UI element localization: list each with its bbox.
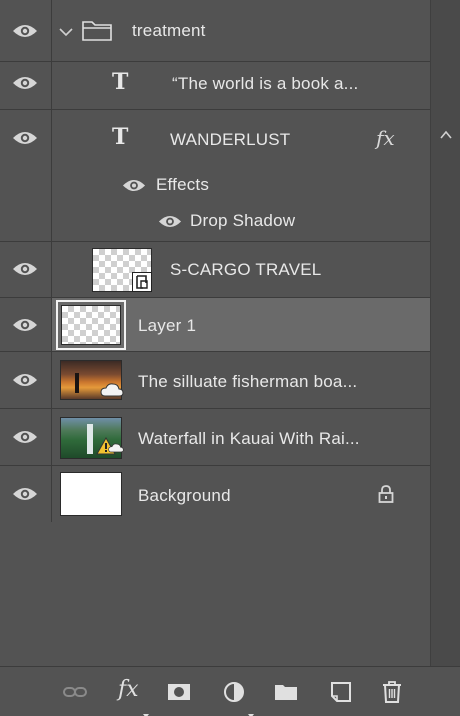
layer-row-text-wanderlust[interactable]: T WANDERLUST fx Effects Drop Shadow [0, 110, 430, 242]
eye-icon[interactable] [122, 178, 146, 193]
cloud-icon [108, 441, 124, 455]
group-name: treatment [132, 21, 206, 40]
visibility-cell[interactable] [0, 409, 52, 465]
layer-row-photo-waterfall[interactable]: Waterfall in Kauai With Rai... [0, 409, 430, 466]
layer-thumbnail-frame [56, 300, 126, 350]
eye-icon[interactable] [158, 214, 182, 229]
eye-icon[interactable] [12, 75, 38, 91]
fx-icon[interactable]: fx [118, 677, 139, 702]
layer-row-group[interactable]: treatment [0, 0, 430, 62]
adjustment-icon[interactable] [221, 679, 247, 705]
visibility-cell[interactable] [0, 352, 52, 408]
new-layer-icon[interactable] [328, 679, 354, 705]
text-layer-icon: T [112, 124, 129, 150]
mask-icon[interactable] [166, 679, 192, 705]
layer-row-layer1[interactable]: Layer 1 [0, 298, 430, 352]
layers-panel: treatment T “The world is a book a... T … [0, 0, 460, 716]
visibility-cell[interactable] [0, 242, 52, 297]
lock-icon[interactable] [376, 484, 396, 504]
visibility-cell[interactable] [0, 0, 52, 61]
eye-icon[interactable] [12, 130, 38, 146]
layer-row-smart-object[interactable]: S-CARGO TRAVEL [0, 242, 430, 298]
folder-icon[interactable] [273, 679, 299, 705]
eye-icon[interactable] [12, 261, 38, 277]
fisherman-figure [75, 373, 79, 393]
layer-row-photo-fisherman[interactable]: The silluate fisherman boa... [0, 352, 430, 409]
collapse-effects-icon[interactable] [439, 128, 453, 142]
dropdown-marker-icon [248, 705, 254, 716]
eye-icon[interactable] [12, 372, 38, 388]
visibility-cell[interactable] [0, 298, 52, 351]
drop-shadow-label: Drop Shadow [190, 211, 296, 230]
visibility-cell[interactable] [0, 62, 52, 109]
smart-object-badge-icon [132, 272, 152, 292]
eye-icon[interactable] [12, 23, 38, 39]
drop-shadow-row[interactable]: Drop Shadow [52, 204, 430, 240]
layer-name: Background [138, 486, 231, 505]
eye-icon[interactable] [12, 429, 38, 445]
layers-toolbar: fx [0, 666, 460, 716]
folder-icon [82, 19, 112, 41]
layer-row-text-quote[interactable]: T “The world is a book a... [0, 62, 430, 110]
cloud-icon [100, 382, 124, 398]
layer-name: S-CARGO TRAVEL [170, 260, 322, 279]
layer-name: WANDERLUST [170, 130, 291, 149]
effects-row[interactable]: Effects [52, 168, 430, 204]
chevron-down-icon[interactable] [58, 25, 74, 37]
layer-name: The silluate fisherman boa... [138, 372, 358, 391]
visibility-cell[interactable] [0, 466, 52, 522]
eye-icon[interactable] [12, 317, 38, 333]
waterfall-stream [87, 424, 93, 454]
layer-name: “The world is a book a... [172, 74, 359, 93]
eye-icon[interactable] [12, 486, 38, 502]
layer-name: Layer 1 [138, 316, 197, 335]
effects-label: Effects [156, 175, 210, 194]
fx-badge-icon[interactable]: fx [376, 126, 395, 150]
dropdown-marker-icon [143, 705, 149, 716]
trash-icon[interactable] [379, 679, 405, 705]
layer-thumbnail [60, 472, 122, 516]
link-icon[interactable] [62, 679, 88, 705]
layer-row-background[interactable]: Background [0, 466, 430, 522]
text-layer-icon: T [112, 69, 129, 95]
layer-thumbnail [61, 305, 121, 345]
visibility-cell[interactable] [0, 110, 52, 241]
scrollbar-gutter[interactable] [430, 0, 460, 666]
layer-name: Waterfall in Kauai With Rai... [138, 429, 360, 448]
